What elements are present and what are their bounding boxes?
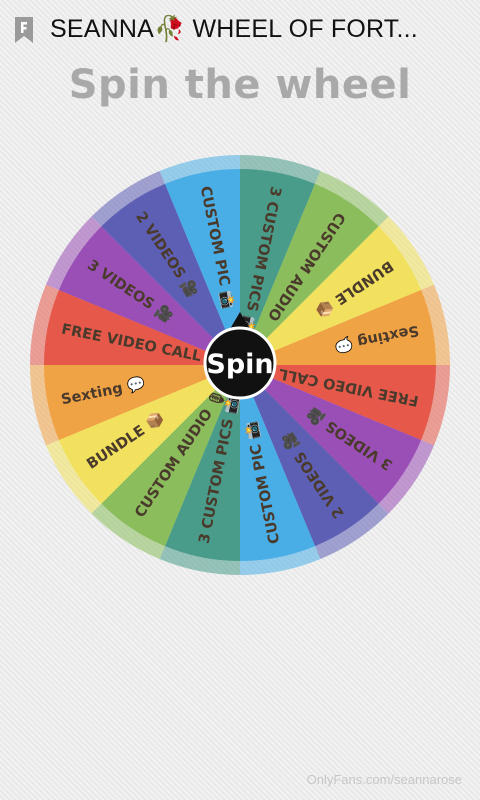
prize-wheel[interactable]: 3 CUSTOM PICS 📸 CUSTOM AUDIO BUNDLE 📦 Sexti… — [20, 145, 460, 585]
page-title: Spin the wheel — [68, 62, 412, 108]
header-bar: SEANNA🥀 WHEEL OF FORT... — [0, 0, 480, 62]
wheel-graphic: 3 CUSTOM PICS 📸CUSTOM AUDIOBUNDLE 📦Sexti… — [30, 155, 450, 575]
header-title: SEANNA🥀 WHEEL OF FORT... — [50, 15, 418, 43]
bookmark-icon[interactable] — [14, 16, 34, 44]
spin-label: Spin — [206, 349, 273, 380]
watermark: OnlyFans.com/seannarose — [306, 772, 462, 787]
